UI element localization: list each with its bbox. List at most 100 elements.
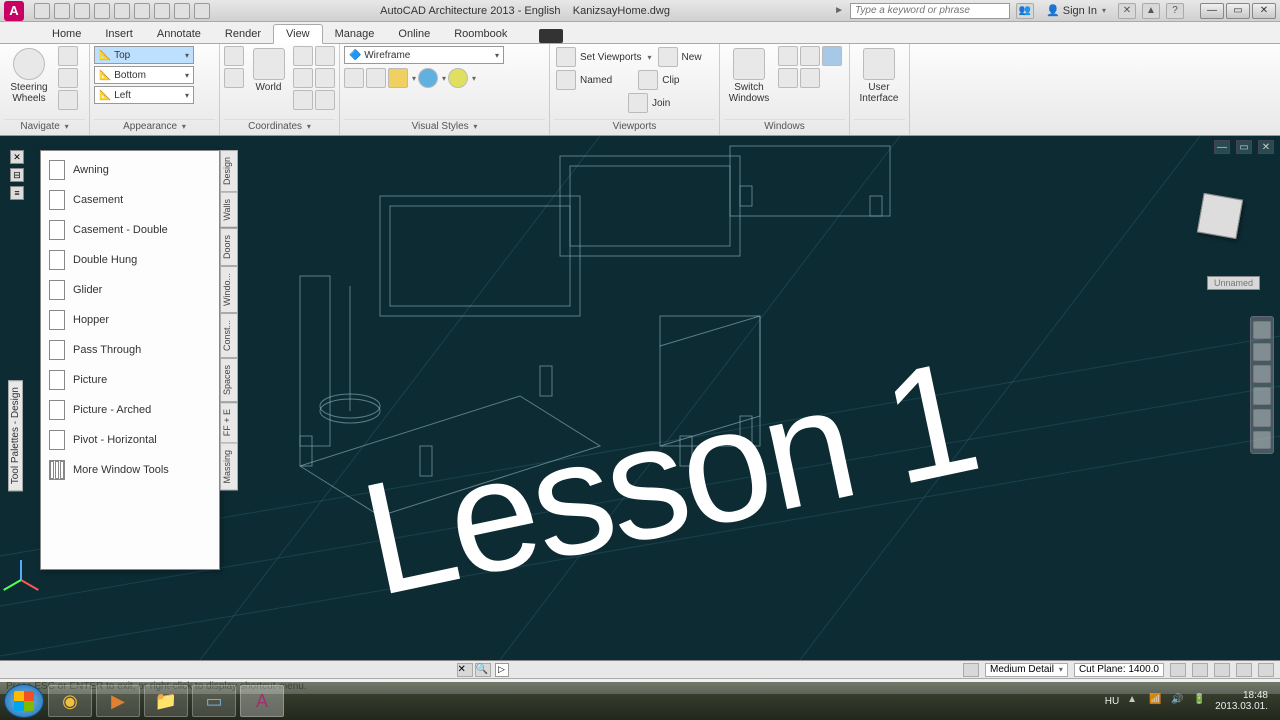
vs-icon-3[interactable] (388, 68, 408, 88)
command-prompt-icon[interactable]: ▷ (495, 663, 509, 677)
side-tab-ffe[interactable]: FF + E (220, 402, 238, 443)
side-tab-walls[interactable]: Walls (220, 192, 238, 228)
palette-item-casement-double[interactable]: Casement - Double (41, 215, 219, 245)
palette-item-pass-through[interactable]: Pass Through (41, 335, 219, 365)
view-left-combo[interactable]: 📐 Left▾ (94, 86, 194, 104)
nav-extra-icon[interactable] (1253, 431, 1271, 449)
status-icon-4[interactable] (1236, 663, 1252, 677)
palette-item-awning[interactable]: Awning (41, 155, 219, 185)
qat-redo-icon[interactable] (134, 3, 150, 19)
close-button[interactable]: ✕ (1252, 3, 1276, 19)
ribbon-extra-icon[interactable] (539, 29, 563, 43)
start-button[interactable] (4, 684, 44, 718)
join-viewport-button[interactable]: Join (626, 92, 672, 114)
switch-windows-button[interactable]: Switch Windows (724, 46, 774, 106)
clock[interactable]: 18:48 2013.03.01. (1215, 690, 1268, 712)
vp-minimize-button[interactable]: — (1214, 140, 1230, 154)
nav-wheel-icon[interactable] (1253, 321, 1271, 339)
ucs-y-icon[interactable] (315, 46, 335, 66)
set-viewports-button[interactable]: Set Viewports▾ (554, 46, 654, 68)
qat-print-icon[interactable] (94, 3, 110, 19)
side-tab-design[interactable]: Design (220, 150, 238, 192)
world-ucs-button[interactable]: World (248, 46, 289, 95)
qat-new-icon[interactable] (34, 3, 50, 19)
a360-icon[interactable]: ▲ (1142, 3, 1160, 19)
ucs-icon-1[interactable] (224, 46, 244, 66)
side-tab-massing[interactable]: Massing (220, 443, 238, 491)
status-icon-1[interactable] (1170, 663, 1186, 677)
nav-pan-icon[interactable] (1253, 343, 1271, 361)
ucs-3p-icon[interactable] (315, 68, 335, 88)
qat-extra1-icon[interactable] (154, 3, 170, 19)
exchange-icon[interactable]: ✕ (1118, 3, 1136, 19)
tray-volume-icon[interactable]: 🔊 (1171, 694, 1185, 708)
side-tab-spaces[interactable]: Spaces (220, 358, 238, 402)
cascade-icon[interactable] (822, 46, 842, 66)
search-input[interactable] (850, 3, 1010, 19)
palette-title[interactable]: Tool Palettes - Design (8, 380, 23, 491)
tray-network-icon[interactable]: 📶 (1149, 694, 1163, 708)
ucs-obj-icon[interactable] (293, 90, 313, 110)
task-media[interactable]: ▶ (96, 685, 140, 717)
status-icon-2[interactable] (1192, 663, 1208, 677)
new-viewport-button[interactable]: New (656, 46, 704, 68)
cmd-close-icon[interactable]: ✕ (457, 663, 473, 677)
palette-item-more-tools[interactable]: More Window Tools (41, 455, 219, 485)
panel-coordinates-label[interactable]: Coordinates ▾ (224, 119, 335, 133)
clip-viewport-button[interactable]: Clip (636, 69, 681, 91)
tab-view[interactable]: View (273, 24, 323, 44)
status-tool-icon[interactable] (963, 663, 979, 677)
vs-icon-2[interactable] (366, 68, 386, 88)
nav-orbit-icon[interactable] (1253, 387, 1271, 405)
detail-level-combo[interactable]: Medium Detail▾ (985, 663, 1068, 677)
tab-render[interactable]: Render (213, 25, 273, 43)
tab-online[interactable]: Online (386, 25, 442, 43)
qat-dropdown-icon[interactable] (194, 3, 210, 19)
qat-open-icon[interactable] (54, 3, 70, 19)
vp-close-button[interactable]: ✕ (1258, 140, 1274, 154)
palette-item-casement[interactable]: Casement (41, 185, 219, 215)
task-chrome[interactable]: ◉ (48, 685, 92, 717)
tab-annotate[interactable]: Annotate (145, 25, 213, 43)
tab-roombook[interactable]: Roombook (442, 25, 519, 43)
palette-close-button[interactable]: ✕ (10, 150, 24, 164)
language-indicator[interactable]: HU (1105, 696, 1119, 707)
orbit-icon[interactable] (58, 68, 78, 88)
nav-showmotion-icon[interactable] (1253, 409, 1271, 427)
ucs-z-icon[interactable] (293, 68, 313, 88)
palette-item-pivot-horizontal[interactable]: Pivot - Horizontal (41, 425, 219, 455)
vs-icon-1[interactable] (344, 68, 364, 88)
tile-v-icon[interactable] (800, 46, 820, 66)
tab-insert[interactable]: Insert (93, 25, 145, 43)
win-icon2[interactable] (800, 68, 820, 88)
tab-home[interactable]: Home (40, 25, 93, 43)
vs-icon-4[interactable] (418, 68, 438, 88)
steering-wheels-button[interactable]: Steering Wheels (4, 46, 54, 106)
palette-props-button[interactable]: ≡ (10, 186, 24, 200)
qat-save-icon[interactable] (74, 3, 90, 19)
infocenter-icon[interactable]: 👥 (1016, 3, 1034, 19)
tab-manage[interactable]: Manage (323, 25, 387, 43)
status-icon-3[interactable] (1214, 663, 1230, 677)
cut-plane-field[interactable]: Cut Plane: 1400.0 (1074, 663, 1164, 677)
maximize-button[interactable]: ▭ (1226, 3, 1250, 19)
ucs-icon-2[interactable] (224, 68, 244, 88)
task-explorer[interactable]: 📁 (144, 685, 188, 717)
panel-navigate-label[interactable]: Navigate ▾ (4, 119, 85, 133)
side-tab-windows[interactable]: Windo... (220, 266, 238, 313)
panel-visual-styles-label[interactable]: Visual Styles ▾ (344, 119, 545, 133)
palette-item-hopper[interactable]: Hopper (41, 305, 219, 335)
pan-icon[interactable] (58, 46, 78, 66)
help-icon[interactable]: ? (1166, 3, 1184, 19)
ucs-x-icon[interactable] (293, 46, 313, 66)
named-viewports-button[interactable]: Named (554, 69, 614, 91)
user-interface-button[interactable]: User Interface (854, 46, 904, 106)
app-logo[interactable]: A (4, 1, 24, 21)
arrange-icon[interactable] (778, 68, 798, 88)
palette-item-double-hung[interactable]: Double Hung (41, 245, 219, 275)
nav-zoom-icon[interactable] (1253, 365, 1271, 383)
task-app2[interactable]: ▭ (192, 685, 236, 717)
vp-restore-button[interactable]: ▭ (1236, 140, 1252, 154)
zoom-extents-icon[interactable] (58, 90, 78, 110)
palette-item-picture[interactable]: Picture (41, 365, 219, 395)
